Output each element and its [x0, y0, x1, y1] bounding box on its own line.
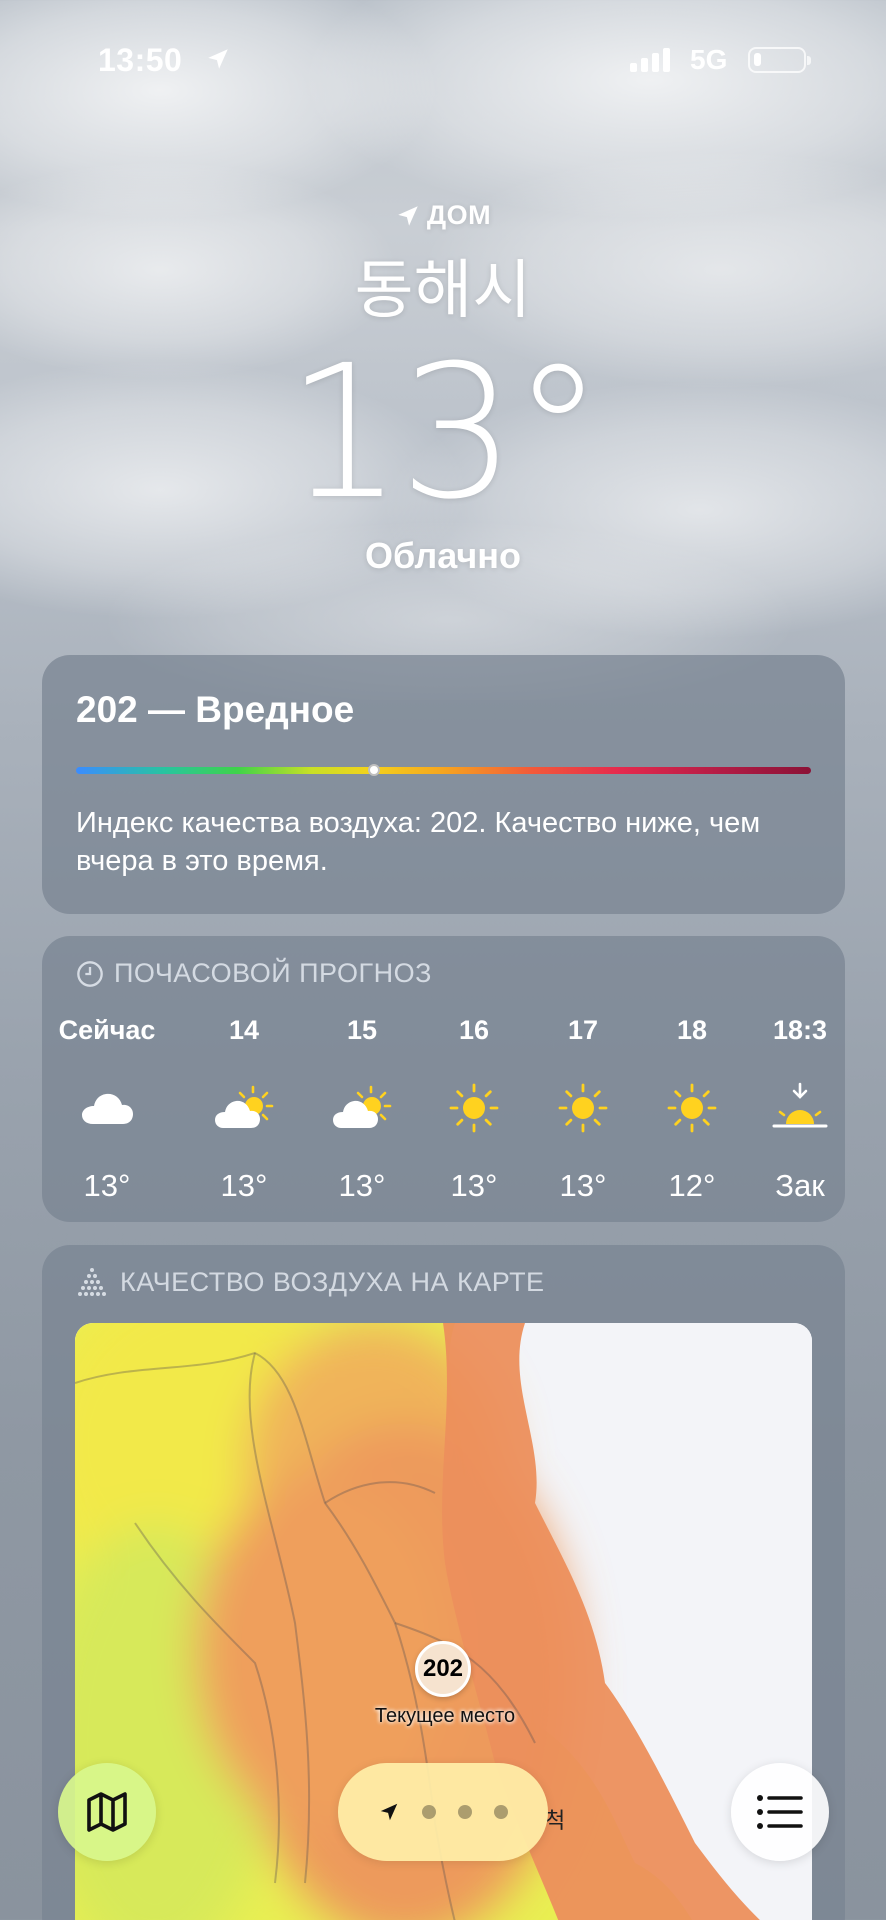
battery-icon [748, 47, 811, 73]
hourly-temperature: Зак [775, 1168, 825, 1203]
current-location-aqi-marker[interactable]: 202 [415, 1641, 471, 1697]
hourly-time: 16 [458, 1015, 490, 1045]
map-place-label: 척 [545, 1809, 566, 1834]
map-button[interactable] [58, 1763, 156, 1861]
status-time: 13:50 [98, 42, 183, 78]
current-location-page-icon [380, 1803, 398, 1821]
clock-icon [77, 960, 103, 987]
location-header: ДОМ 동해시 13° Облачно [0, 200, 886, 577]
hourly-time: 15 [346, 1015, 378, 1045]
hourly-temperature: 13° [559, 1168, 607, 1203]
sun-icon [523, 1068, 643, 1148]
air-quality-card[interactable]: 202 — Вредное Индекс качества воздуха: 2… [42, 655, 845, 914]
home-label: ДОМ [426, 200, 492, 230]
hourly-time: 18 [676, 1015, 708, 1045]
map-icon [87, 1792, 127, 1832]
current-location-label: Текущее место [374, 1705, 516, 1727]
aqi-title: 202 — Вредное [76, 689, 355, 730]
hourly-temperature: 13° [83, 1168, 131, 1203]
current-temperature: 13° [285, 326, 604, 540]
home-label-row: ДОМ [0, 200, 886, 231]
hourly-forecast-heading: ПОЧАСОВОЙ ПРОГНОЗ [42, 958, 845, 989]
sunset-icon [740, 1068, 845, 1148]
hourly-time: 14 [228, 1015, 260, 1045]
city-name: 동해시 [354, 254, 532, 328]
sun-icon [632, 1068, 752, 1148]
network-type: 5G [690, 44, 728, 75]
air-quality-dots-icon [78, 1267, 106, 1296]
list-icon [757, 1795, 803, 1829]
partly-sunny-icon [302, 1068, 422, 1148]
hourly-item: 17 13° [523, 1010, 643, 1204]
page-dot [458, 1805, 472, 1819]
cellular-signal-icon [630, 48, 670, 72]
aqi-level-indicator [367, 764, 380, 776]
sun-icon [414, 1068, 534, 1148]
hourly-item: Сейчас 13° [47, 1010, 167, 1204]
locations-list-button[interactable] [731, 1763, 829, 1861]
air-quality-map-heading: КАЧЕСТВО ВОЗДУХА НА КАРТЕ [42, 1267, 845, 1298]
location-page-indicator[interactable] [338, 1763, 548, 1861]
hourly-item: 14 13° [184, 1010, 304, 1204]
partly-sunny-icon [184, 1068, 304, 1148]
hourly-forecast-list[interactable]: Сейчас 13° 14 13° 15 13° 16 13° 17 13° 18 12° 18:3 За… [42, 1010, 845, 1210]
location-arrow-icon [398, 205, 418, 226]
page-dot [422, 1805, 436, 1819]
hourly-item: 18 12° [632, 1010, 752, 1204]
hourly-forecast-card[interactable]: ПОЧАСОВОЙ ПРОГНОЗ Сейчас 13° 14 13° 15 13° 16 1… [42, 936, 845, 1222]
location-arrow-icon [208, 49, 228, 69]
hourly-temperature: 13° [220, 1168, 268, 1203]
hourly-time: 17 [567, 1015, 599, 1045]
current-condition: Облачно [365, 535, 521, 576]
aqi-description: Индекс качества воздуха: 202. Качество н… [76, 807, 761, 877]
hourly-item: 15 13° [302, 1010, 422, 1204]
cloud-icon [47, 1068, 167, 1148]
hourly-item: 18:3 Зак [740, 1010, 845, 1204]
page-dot [494, 1805, 508, 1819]
hourly-temperature: 12° [668, 1168, 716, 1203]
hourly-item: 16 13° [414, 1010, 534, 1204]
hourly-temperature: 13° [450, 1168, 498, 1203]
status-bar: 13:50 5G [0, 40, 886, 80]
hourly-forecast-title: ПОЧАСОВОЙ ПРОГНОЗ [114, 958, 432, 988]
hourly-time: Сейчас [58, 1015, 156, 1045]
hourly-time: 18:3 [772, 1015, 828, 1045]
hourly-temperature: 13° [338, 1168, 386, 1203]
air-quality-map-title: КАЧЕСТВО ВОЗДУХА НА КАРТЕ [120, 1267, 545, 1297]
aqi-scale-bar [76, 764, 811, 776]
